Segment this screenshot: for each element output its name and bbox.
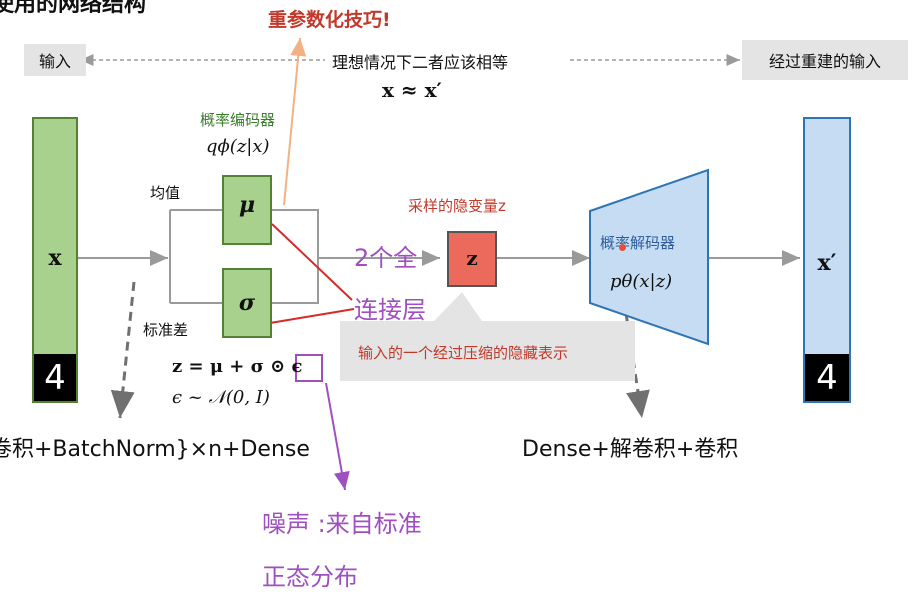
mean-label: 均值	[150, 184, 181, 202]
fc-note-line2: 连接层	[354, 296, 426, 324]
partial-title: 变使用的网络结构	[0, 0, 147, 17]
decoder-structure-label: Dense+解卷积+卷积	[522, 437, 739, 462]
encoder-structure-arrow	[110, 281, 136, 419]
decoder-title: 概率解码器	[600, 234, 676, 252]
input-label-box: 输入	[24, 44, 86, 76]
noise-note-line2: 正态分布	[262, 563, 358, 591]
encoder-formula: qϕ(z|x)	[206, 136, 270, 157]
reparam-arrow	[283, 37, 307, 206]
approx-formula: x ≈ x′	[382, 78, 442, 102]
encoder-title: 概率编码器	[200, 111, 276, 129]
z-symbol: z	[466, 246, 478, 270]
reparam-trick-label: 重参数化技巧!	[268, 9, 391, 31]
latent-label: 采样的隐变量z	[408, 197, 506, 215]
encoder-structure-label: 卷积+BatchNorm}×n+Dense	[0, 437, 310, 462]
sigma-to-fc-line	[269, 308, 355, 324]
noise-note-arrow	[325, 382, 350, 491]
std-label: 标准差	[143, 321, 189, 339]
mu-symbol: μ	[238, 192, 256, 218]
output-digit-image: 4	[805, 354, 849, 401]
decoder-trapezoid	[589, 168, 709, 346]
fc-note-line1: 2个全	[354, 244, 418, 272]
input-digit-image: 4	[34, 354, 76, 401]
compressed-note: 输入的一个经过压缩的隐藏表示	[358, 344, 569, 362]
output-symbol: x′	[817, 250, 837, 276]
noise-note-line1: 噪声 :来自标准	[262, 510, 422, 538]
sigma-symbol: σ	[238, 290, 256, 316]
ideal-text: 理想情况下二者应该相等	[332, 53, 509, 72]
encoder-branch-lines	[169, 209, 222, 304]
cursor-dot	[619, 244, 626, 251]
reparam-equation: z = μ + σ ⊙ ϵ	[172, 356, 303, 377]
output-label-box: 经过重建的输入	[742, 40, 908, 80]
noise-distribution: ϵ ~ 𝒩(0, I)	[172, 387, 270, 408]
decoder-formula: pθ(x|z)	[610, 271, 673, 292]
connector-layer	[78, 37, 800, 491]
mu-to-fc-line	[271, 223, 353, 301]
input-symbol: x	[48, 245, 62, 271]
